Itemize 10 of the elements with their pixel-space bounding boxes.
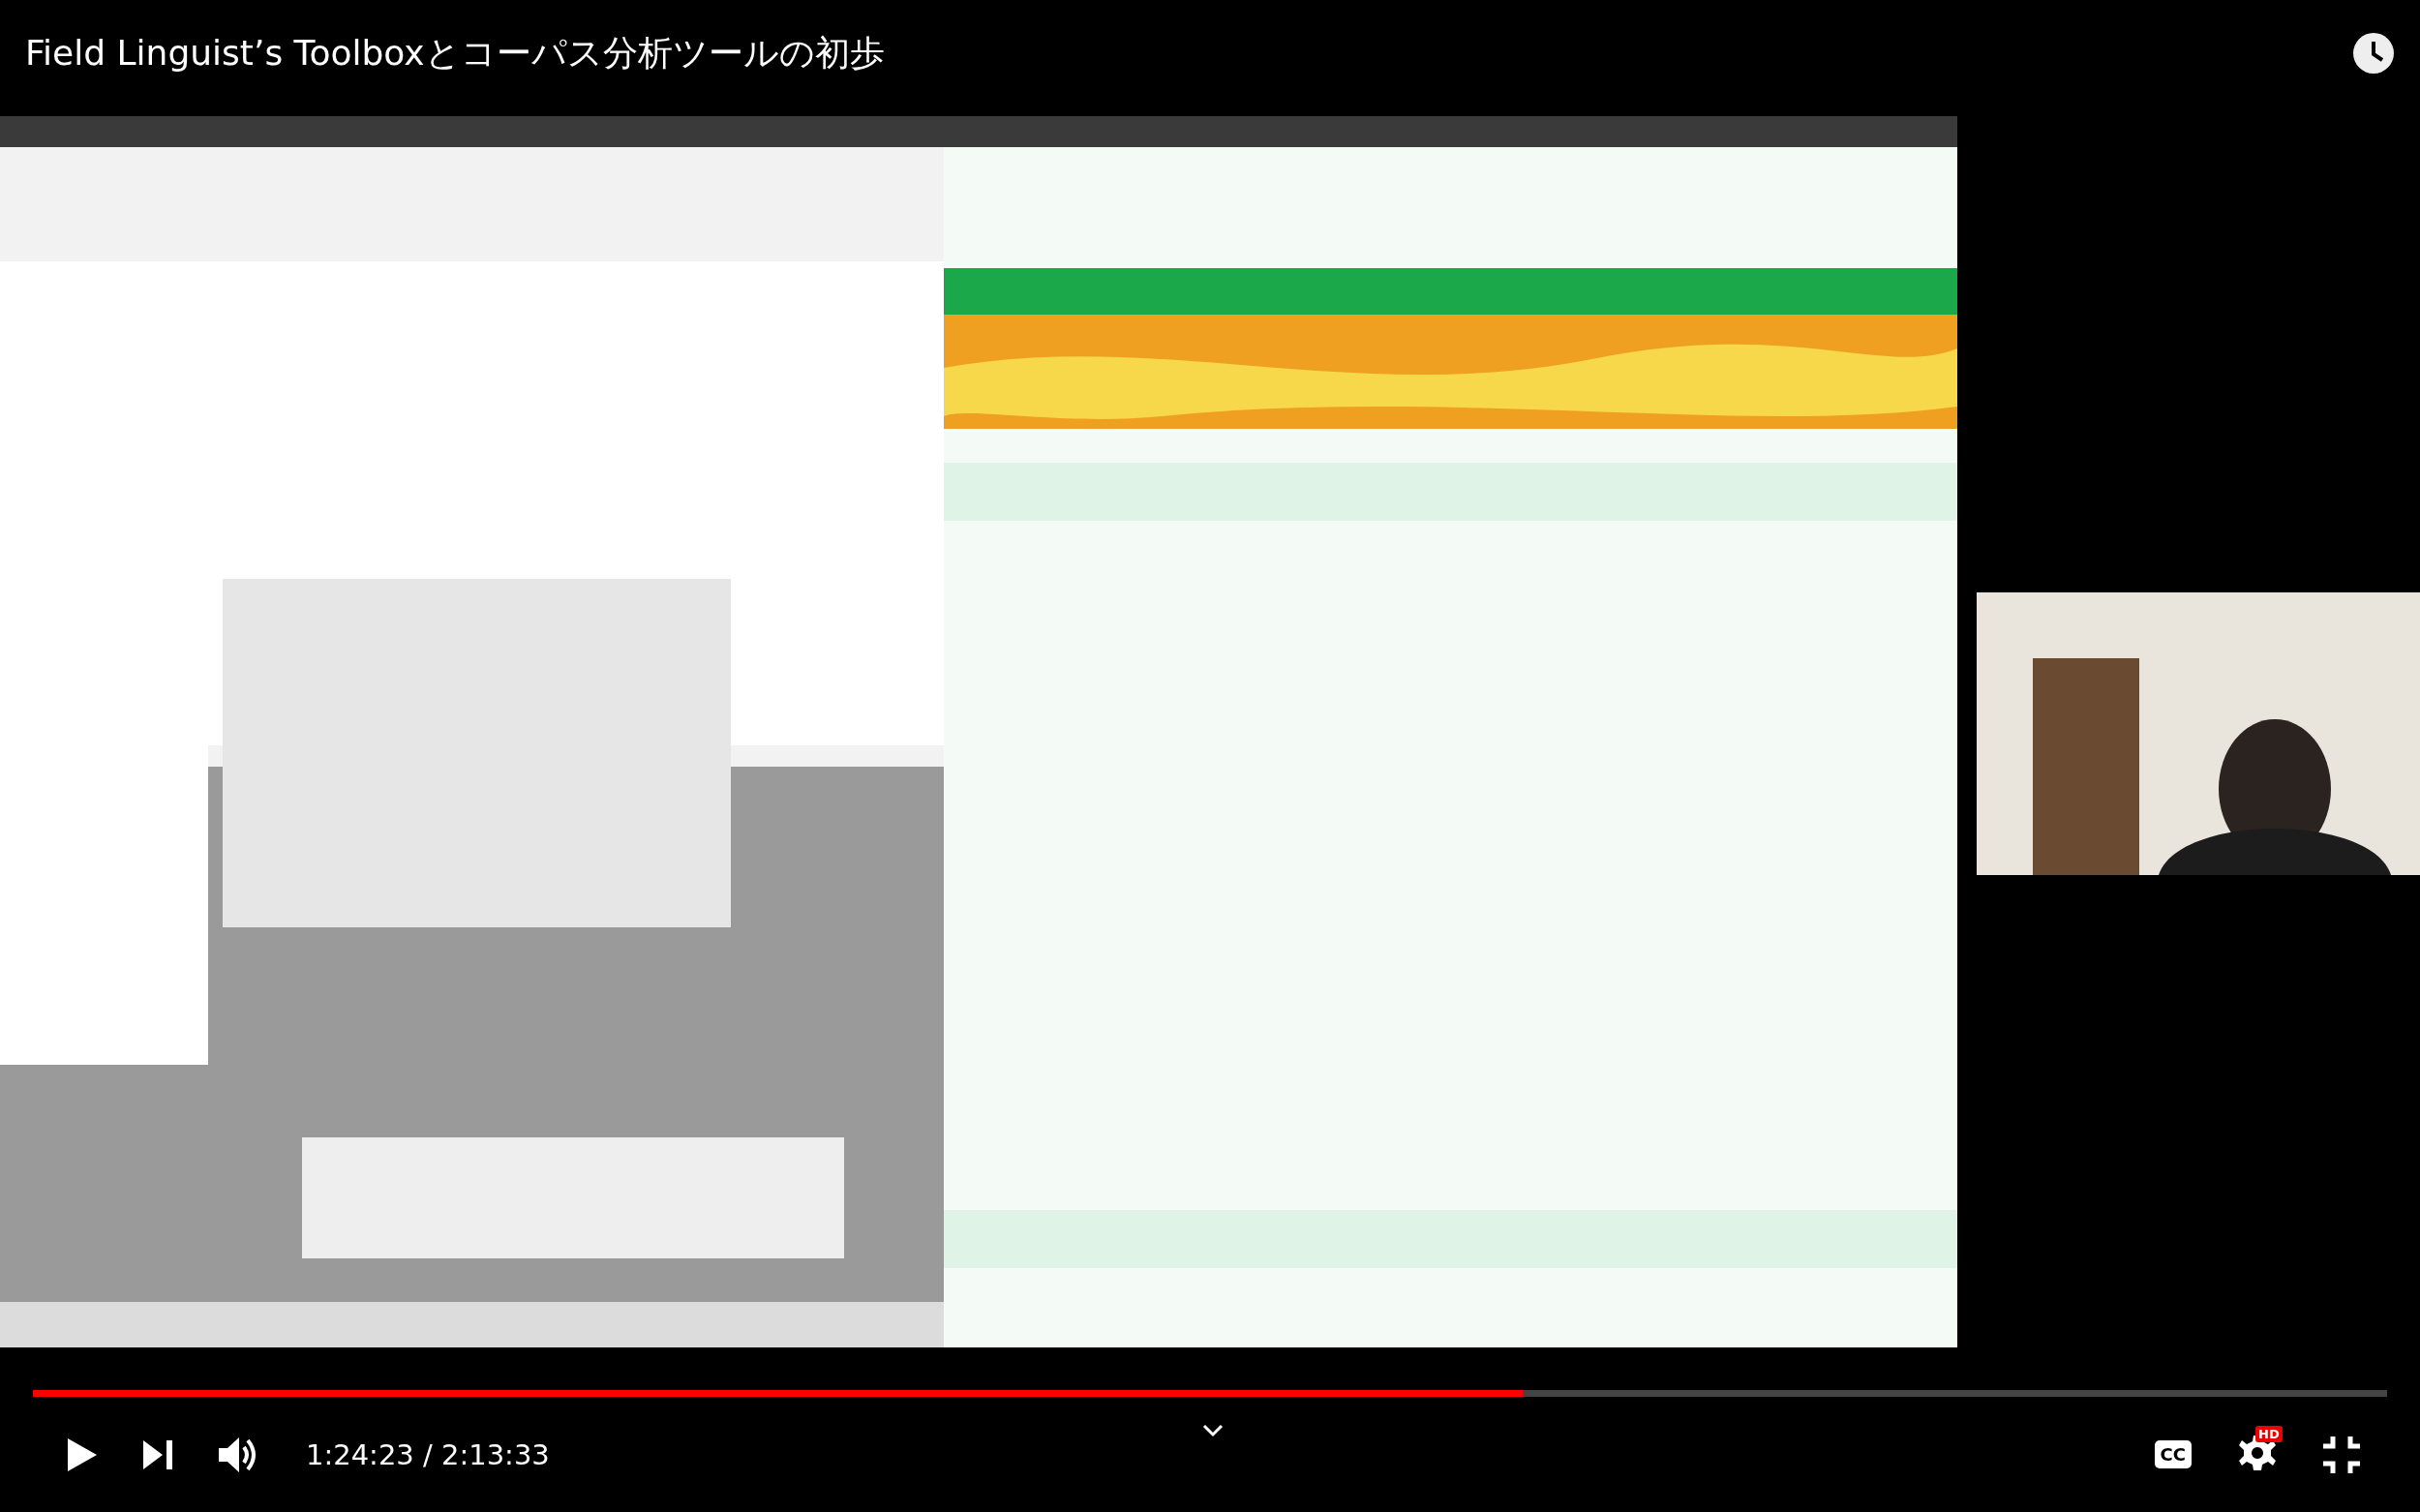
play-icon[interactable]: [68, 1437, 97, 1471]
watch-later-icon[interactable]: [2352, 32, 2395, 75]
time-display: 1:24:23 / 2:13:33: [306, 1437, 550, 1471]
chevron-down-icon[interactable]: [1202, 1424, 1224, 1437]
captions-button[interactable]: CC: [2154, 1440, 2192, 1468]
video-title: Field Linguist’s Toolboxとコーパス分析ツールの初歩: [25, 31, 885, 75]
progress-track[interactable]: [33, 1390, 2387, 1397]
exit-fullscreen-icon[interactable]: [2323, 1436, 2360, 1473]
hd-badge: HD: [2255, 1425, 2283, 1442]
next-icon[interactable]: [143, 1439, 172, 1469]
